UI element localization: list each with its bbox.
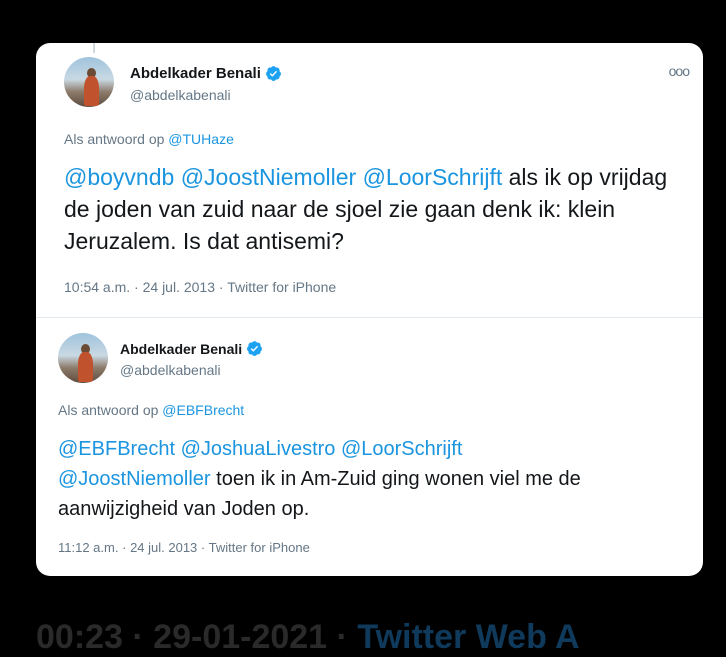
reply-prefix: Als antwoord op	[58, 402, 159, 418]
tweet-screenshot-card: Abdelkader Benali @abdelkabenali ooo Als…	[36, 43, 703, 576]
avatar[interactable]	[64, 57, 114, 107]
author-row: Abdelkader Benali	[130, 65, 282, 82]
tweet-1[interactable]: Abdelkader Benali @abdelkabenali ooo Als…	[36, 43, 703, 317]
mention-link[interactable]: @boyvndb	[64, 164, 174, 190]
reply-prefix: Als antwoord op	[64, 131, 165, 147]
footer-meta-cutoff: 00:23 · 29-01-2021 · Twitter Web A	[36, 618, 580, 657]
tweet-source: Twitter for iPhone	[208, 540, 310, 555]
tweet-text: @EBFBrecht @JoshuaLivestro @LoorSchrijft…	[58, 434, 658, 524]
tweet-date[interactable]: 24 jul. 2013	[130, 540, 197, 555]
avatar-body-shape	[84, 76, 99, 106]
avatar[interactable]	[58, 333, 108, 383]
meta-separator: ·	[134, 279, 139, 295]
tweet-text: @boyvndb @JoostNiemoller @LoorSchrijft a…	[64, 161, 694, 257]
mention-link[interactable]: @JoostNiemoller	[58, 468, 211, 490]
reply-to-link[interactable]: @TUHaze	[168, 131, 234, 147]
reply-to-link[interactable]: @EBFBrecht	[162, 402, 244, 418]
reply-context: Als antwoord op @EBFBrecht	[58, 402, 244, 418]
mention-link[interactable]: @JoshuaLivestro	[181, 438, 336, 460]
mention-link[interactable]: @EBFBrecht	[58, 438, 175, 460]
tweet-time[interactable]: 11:12 a.m.	[58, 540, 118, 555]
tweet-time[interactable]: 10:54 a.m.	[64, 279, 130, 295]
footer-source-link[interactable]: Twitter Web A	[357, 618, 579, 656]
author-handle[interactable]: @abdelkabenali	[120, 362, 221, 378]
mention-link[interactable]: @LoorSchrijft	[363, 164, 503, 190]
tweet-source: Twitter for iPhone	[227, 279, 337, 295]
author-handle[interactable]: @abdelkabenali	[130, 87, 231, 103]
mention-link[interactable]: @JoostNiemoller	[181, 164, 356, 190]
footer-timestamp: 00:23 · 29-01-2021 ·	[36, 618, 348, 656]
meta-separator: ·	[218, 279, 224, 295]
reply-context: Als antwoord op @TUHaze	[64, 131, 234, 147]
verified-badge-icon	[265, 66, 281, 81]
mention-link[interactable]: @LoorSchrijft	[341, 438, 462, 460]
meta-separator: ·	[122, 540, 127, 555]
tweet-2[interactable]: Abdelkader Benali @abdelkabenali Als ant…	[36, 318, 703, 576]
more-options-icon[interactable]: ooo	[669, 63, 690, 79]
author-name[interactable]: Abdelkader Benali	[130, 65, 261, 82]
tweet-meta: 11:12 a.m. · 24 jul. 2013 · Twitter for …	[58, 540, 310, 555]
avatar-body-shape	[78, 352, 93, 382]
author-name[interactable]: Abdelkader Benali	[120, 341, 242, 357]
tweet-meta: 10:54 a.m. · 24 jul. 2013 · Twitter for …	[64, 279, 336, 295]
tweet-date[interactable]: 24 jul. 2013	[143, 279, 215, 295]
verified-badge-icon	[247, 341, 263, 356]
meta-separator: ·	[200, 540, 206, 555]
author-row: Abdelkader Benali	[120, 340, 263, 357]
